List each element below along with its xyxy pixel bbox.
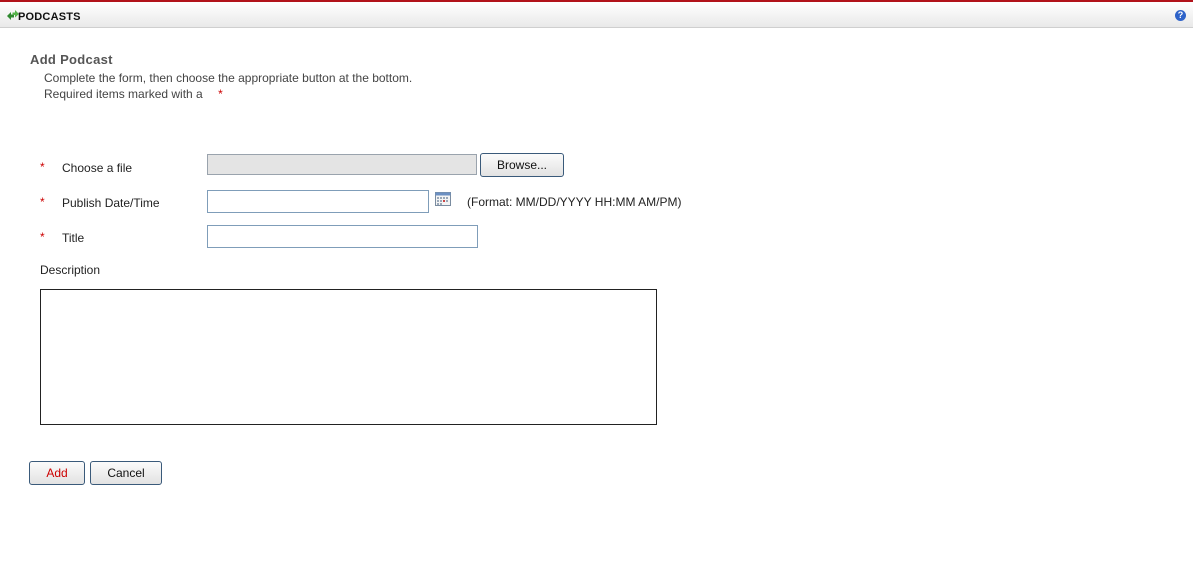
- required-marker: *: [40, 195, 45, 209]
- help-icon[interactable]: ?: [1175, 10, 1186, 21]
- required-note: Required items marked with a *: [44, 87, 223, 101]
- description-label: Description: [40, 263, 101, 277]
- add-button[interactable]: Add: [29, 461, 85, 485]
- required-marker: *: [40, 160, 45, 174]
- required-marker: *: [218, 87, 223, 101]
- page-header-title: PODCASTS: [18, 11, 81, 23]
- description-textarea[interactable]: [40, 289, 657, 425]
- required-marker: *: [40, 230, 45, 244]
- browse-button[interactable]: Browse...: [480, 153, 564, 177]
- required-note-text: Required items marked with a: [44, 87, 203, 101]
- page-title: Add Podcast: [30, 52, 113, 67]
- cancel-button[interactable]: Cancel: [90, 461, 162, 485]
- publish-date-input[interactable]: [207, 190, 429, 213]
- date-format-hint: (Format: MM/DD/YYYY HH:MM AM/PM): [467, 195, 682, 209]
- file-label: Choose a file: [62, 161, 133, 175]
- file-path-field[interactable]: [207, 154, 477, 175]
- instruction-text: Complete the form, then choose the appro…: [44, 71, 413, 85]
- header-bar: PODCASTS ?: [0, 0, 1193, 28]
- title-label: Title: [62, 231, 85, 245]
- calendar-icon[interactable]: [435, 192, 451, 206]
- title-input[interactable]: [207, 225, 478, 248]
- publish-date-label: Publish Date/Time: [62, 196, 160, 210]
